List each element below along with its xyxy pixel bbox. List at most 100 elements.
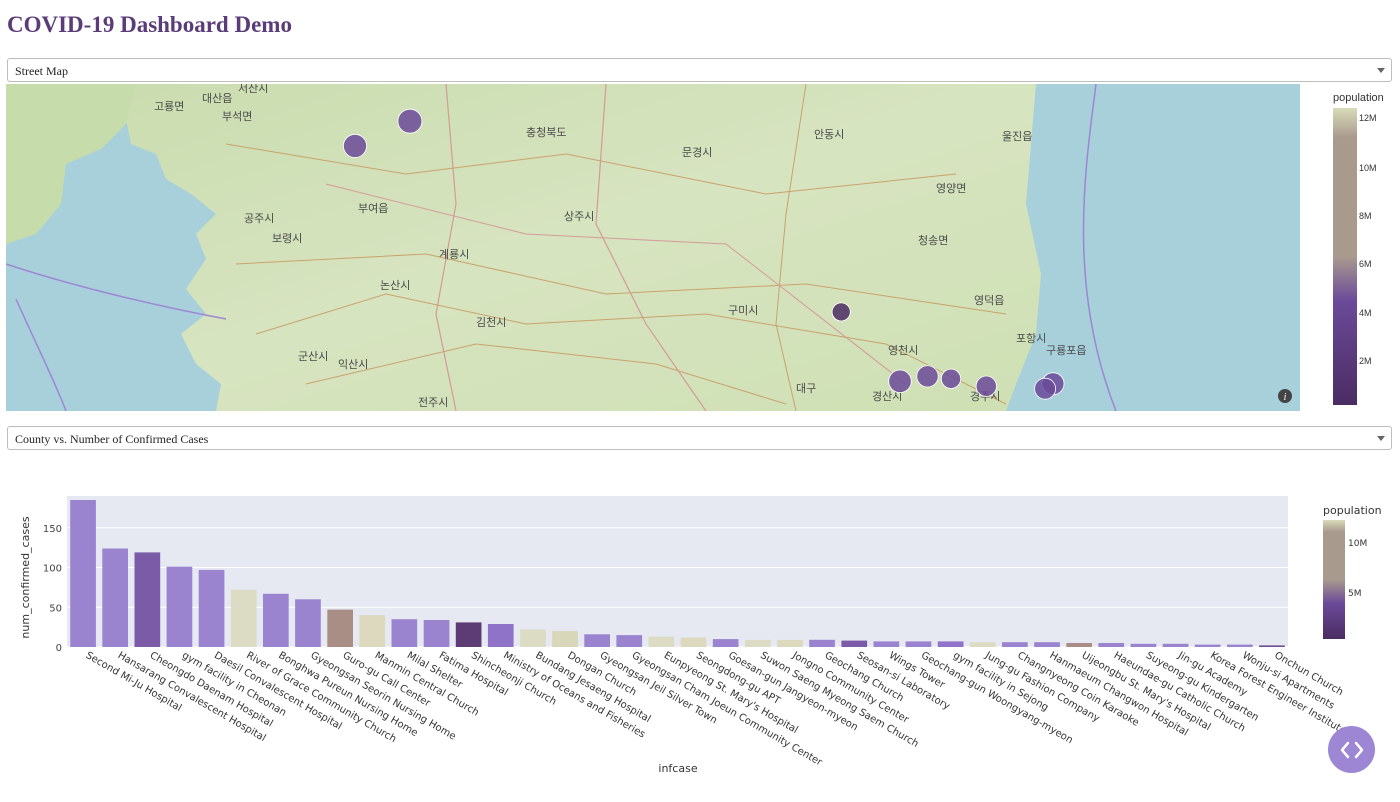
map-place-label: 상주시 [564,210,594,223]
bar[interactable] [905,641,932,647]
chart-colorbar-tick: 5M [1348,589,1362,599]
bar[interactable] [648,636,675,647]
bar[interactable] [1130,643,1157,647]
map-place-label: 보령시 [272,232,302,245]
chart-colorbar [1323,520,1345,639]
bar[interactable] [873,641,900,647]
colorbar-tick: 8M [1359,211,1372,221]
bar[interactable] [423,620,450,647]
chart-type-value: County vs. Number of Confirmed Cases [15,432,209,446]
map-colorbar [1333,108,1357,405]
bar[interactable] [1162,643,1189,647]
map-place-label: 구룡포읍 [1046,344,1086,357]
map-place-label: 영덕읍 [974,294,1004,307]
map-place-label: 영천시 [888,343,918,357]
colorbar-tick: 4M [1359,308,1372,318]
map-place-label: 부석면 [222,110,252,123]
map-place-label: 울진읍 [1002,130,1032,143]
bar[interactable] [230,589,257,647]
map-style-dropdown[interactable]: Street Map [7,58,1392,82]
map-point[interactable] [397,108,423,134]
bar[interactable] [1066,643,1092,647]
map-place-label: 영양면 [936,182,966,195]
map-place-label: 논산시 [380,279,410,292]
map-point[interactable] [1034,377,1056,400]
bar[interactable] [487,624,514,647]
chart-type-dropdown[interactable]: County vs. Number of Confirmed Cases [7,426,1392,450]
map-place-label: 공주시 [244,212,274,225]
street-map-canvas[interactable]: 서산시고룡면대산읍부석면공주시부여읍보령시계룡시논산시군산시익산시전주시김천시구… [6,84,1300,411]
map-place-label: 고룡면 [154,100,184,113]
x-axis-label: infcase [658,762,697,775]
map-place-label: 문경시 [682,146,712,159]
bar[interactable] [745,639,771,647]
bar[interactable] [70,500,96,647]
bar[interactable] [616,635,643,647]
bar[interactable] [680,637,707,648]
bar-chart-canvas[interactable]: 050100150Second Mi-Ju HospitalHansarang … [0,490,1400,797]
bar[interactable] [166,566,193,647]
map-point[interactable] [342,133,367,158]
map-colorbar-title: population [1333,92,1384,104]
colorbar-tick: 12M [1359,113,1377,123]
bar[interactable] [841,640,868,647]
bar[interactable] [1098,643,1125,647]
page-title: COVID-19 Dashboard Demo [7,12,292,37]
bar[interactable] [937,641,964,647]
bar[interactable] [1227,644,1253,647]
svg-text:i: i [1284,392,1287,403]
bar[interactable] [391,619,418,647]
code-nav-button[interactable] [1328,726,1375,773]
bar[interactable] [102,548,128,648]
chevron-down-icon[interactable] [1377,68,1385,73]
bar[interactable] [552,631,578,647]
street-map[interactable]: 서산시 고룡면 대산읍 부석면 공주시 부여읍 보령시 계룡시 논산시 군산시 익산시 전주시 김천시 구… [6,84,1300,411]
bar[interactable] [359,615,386,647]
map-place-label: 김천시 [476,315,506,329]
y-tick-label: 50 [49,603,62,614]
colorbar-tick: 10M [1359,163,1377,173]
bar[interactable] [134,552,161,647]
map-colorbar-ticks: 12M 10M 8M 6M 4M 2M [1359,108,1399,405]
chart-colorbar-tick: 10M [1348,539,1367,549]
map-place-label: 구미시 [728,304,758,317]
map-point[interactable] [888,369,912,394]
map-point[interactable] [831,302,851,322]
map-point[interactable] [940,368,962,389]
bar[interactable] [263,593,289,647]
bar[interactable] [295,599,321,647]
bar[interactable] [1002,642,1028,647]
map-place-label: 대구 [796,382,816,395]
bar[interactable] [584,634,610,647]
bar[interactable] [777,639,803,647]
chevron-down-icon[interactable] [1377,436,1385,441]
map-place-label: 부여읍 [358,202,388,215]
colorbar-tick: 6M [1359,259,1372,269]
map-place-label: 계룡시 [439,248,469,261]
bar[interactable] [712,639,739,647]
map-place-label: 익산시 [338,358,368,371]
bar[interactable] [1259,645,1285,647]
bar[interactable] [1194,644,1221,647]
bar[interactable] [809,639,835,647]
bar[interactable] [327,609,353,647]
map-point[interactable] [916,365,939,388]
bar[interactable] [969,642,996,647]
map-place-label: 군산시 [298,350,328,363]
info-icon[interactable]: i [1278,389,1292,403]
map-point[interactable] [975,375,997,397]
map-place-label: 전주시 [418,396,448,409]
y-tick-label: 150 [43,524,62,535]
bar-chart[interactable]: 0 50 100 150 Second Mi-Ju Hospital Hansarang … [0,490,1400,797]
bar[interactable] [455,622,482,647]
bar[interactable] [198,569,225,647]
map-place-label: 포항시 [1016,332,1046,345]
chart-colorbar-title: population [1323,504,1382,517]
bar[interactable] [1034,642,1060,647]
code-brackets-icon [1340,741,1363,758]
y-tick-label: 100 [43,564,62,575]
bar[interactable] [520,629,546,648]
colorbar-tick: 2M [1359,356,1372,366]
map-place-label: 서산시 [238,84,268,95]
map-place-label: 청송면 [918,234,948,247]
